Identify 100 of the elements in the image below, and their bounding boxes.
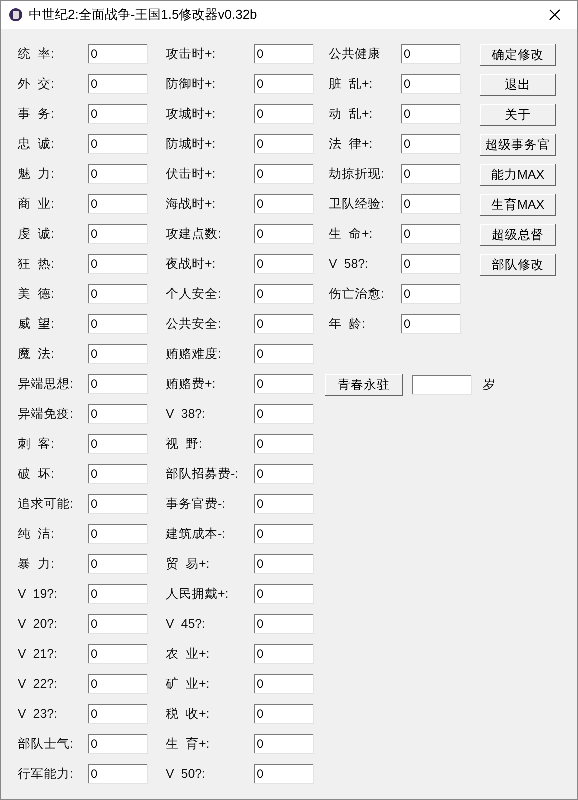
input-field[interactable]: 0 <box>88 734 148 754</box>
input-field[interactable]: 0 <box>254 674 314 694</box>
action-button[interactable]: 退出 <box>480 74 556 96</box>
field-label: 魅 力: <box>18 166 56 183</box>
field-label: 部队士气: <box>18 736 74 753</box>
input-field[interactable]: 0 <box>88 494 148 514</box>
input-field[interactable]: 0 <box>254 734 314 754</box>
input-field[interactable]: 0 <box>88 44 148 64</box>
action-button[interactable]: 超级事务官 <box>480 134 556 156</box>
input-field[interactable]: 0 <box>254 164 314 184</box>
input-field[interactable]: 0 <box>254 134 314 154</box>
input-field[interactable]: 0 <box>88 374 148 394</box>
input-field[interactable]: 0 <box>254 524 314 544</box>
field-label: 美 德: <box>18 286 56 303</box>
input-field[interactable]: 0 <box>401 224 461 244</box>
input-field[interactable]: 0 <box>88 254 148 274</box>
input-field[interactable]: 0 <box>88 704 148 724</box>
field-label: 建筑成本-: <box>166 526 227 543</box>
input-field[interactable]: 0 <box>88 434 148 454</box>
field-label: 生 命+: <box>329 226 374 243</box>
input-field[interactable]: 0 <box>88 524 148 544</box>
input-field[interactable]: 0 <box>254 584 314 604</box>
input-field[interactable]: 0 <box>254 374 314 394</box>
input-field[interactable]: 0 <box>401 314 461 334</box>
field-label: 攻击时+: <box>166 46 217 63</box>
input-field[interactable]: 0 <box>401 254 461 274</box>
input-field[interactable]: 0 <box>88 74 148 94</box>
field-label: 虔 诚: <box>18 226 56 243</box>
input-field[interactable]: 0 <box>88 584 148 604</box>
input-field[interactable]: 0 <box>401 194 461 214</box>
field-label: 威 望: <box>18 316 56 333</box>
input-field[interactable]: 0 <box>254 644 314 664</box>
input-field[interactable] <box>412 375 472 395</box>
youth-button[interactable]: 青春永驻 <box>325 374 403 396</box>
field-label: V 38?: <box>166 406 207 423</box>
input-field[interactable]: 0 <box>254 74 314 94</box>
input-field[interactable]: 0 <box>88 284 148 304</box>
input-field[interactable]: 0 <box>88 614 148 634</box>
field-label: 纯 洁: <box>18 526 56 543</box>
input-field[interactable]: 0 <box>254 554 314 574</box>
input-field[interactable]: 0 <box>401 164 461 184</box>
field-label: V 20?: <box>18 616 59 633</box>
field-label: 忠 诚: <box>18 136 56 153</box>
input-field[interactable]: 0 <box>254 704 314 724</box>
close-icon[interactable] <box>549 9 561 21</box>
app-icon <box>9 8 23 22</box>
input-field[interactable]: 0 <box>254 284 314 304</box>
input-field[interactable]: 0 <box>88 134 148 154</box>
input-field[interactable]: 0 <box>88 314 148 334</box>
input-field[interactable]: 0 <box>254 104 314 124</box>
input-field[interactable]: 0 <box>401 104 461 124</box>
action-button[interactable]: 确定修改 <box>480 44 556 66</box>
input-field[interactable]: 0 <box>254 224 314 244</box>
action-button[interactable]: 生育MAX <box>480 194 556 216</box>
field-label: 夜战时+: <box>166 256 217 273</box>
field-label: 贸 易+: <box>166 556 211 573</box>
field-label: 动 乱+: <box>329 106 374 123</box>
input-field[interactable]: 0 <box>254 494 314 514</box>
action-button[interactable]: 部队修改 <box>480 254 556 276</box>
input-field[interactable]: 0 <box>88 104 148 124</box>
input-field[interactable]: 0 <box>401 74 461 94</box>
input-field[interactable]: 0 <box>254 254 314 274</box>
field-label: V 58?: <box>329 256 370 273</box>
input-field[interactable]: 0 <box>254 344 314 364</box>
input-field[interactable]: 0 <box>254 764 314 784</box>
window-title: 中世纪2:全面战争-王国1.5修改器v0.32b <box>29 6 258 24</box>
input-field[interactable]: 0 <box>88 164 148 184</box>
input-field[interactable]: 0 <box>88 764 148 784</box>
field-label: 魔 法: <box>18 346 56 363</box>
input-field[interactable]: 0 <box>88 344 148 364</box>
field-label: V 22?: <box>18 676 59 693</box>
input-field[interactable]: 0 <box>254 194 314 214</box>
input-field[interactable]: 0 <box>88 554 148 574</box>
action-button[interactable]: 能力MAX <box>480 164 556 186</box>
input-field[interactable]: 0 <box>401 284 461 304</box>
input-field[interactable]: 0 <box>401 134 461 154</box>
field-label: 统 率: <box>18 46 56 63</box>
field-label: V 45?: <box>166 616 207 633</box>
input-field[interactable]: 0 <box>88 644 148 664</box>
input-field[interactable]: 0 <box>401 44 461 64</box>
input-field[interactable]: 0 <box>254 314 314 334</box>
action-button[interactable]: 超级总督 <box>480 224 556 246</box>
input-field[interactable]: 0 <box>254 404 314 424</box>
field-label: 事务官费-: <box>166 496 227 513</box>
input-field[interactable]: 0 <box>88 404 148 424</box>
field-label: 人民拥戴+: <box>166 586 230 603</box>
input-field[interactable]: 0 <box>254 464 314 484</box>
field-label: V 21?: <box>18 646 59 663</box>
field-label: 外 交: <box>18 76 56 93</box>
input-field[interactable]: 0 <box>88 194 148 214</box>
field-label: 卫队经验: <box>329 196 386 213</box>
input-field[interactable]: 0 <box>254 614 314 634</box>
field-label: 异端免疫: <box>18 406 74 423</box>
input-field[interactable]: 0 <box>254 44 314 64</box>
input-field[interactable]: 0 <box>254 434 314 454</box>
field-label: 法 律+: <box>329 136 374 153</box>
action-button[interactable]: 关于 <box>480 104 556 126</box>
input-field[interactable]: 0 <box>88 674 148 694</box>
input-field[interactable]: 0 <box>88 224 148 244</box>
input-field[interactable]: 0 <box>88 464 148 484</box>
